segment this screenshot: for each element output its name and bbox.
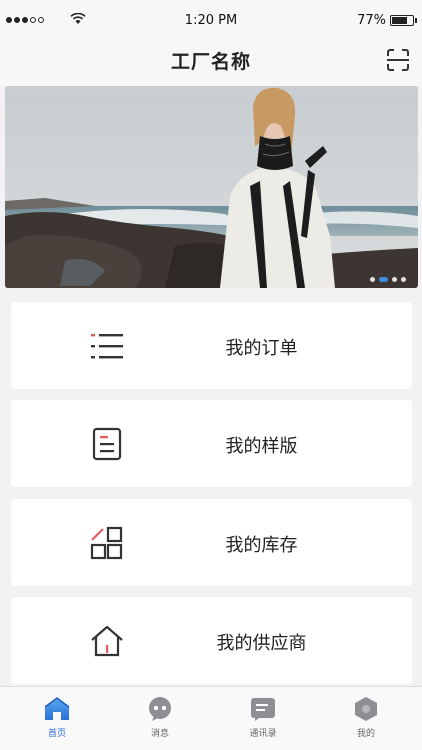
battery-percentage: 77% (357, 13, 386, 28)
tab-contacts[interactable]: 通讯录 (223, 693, 303, 743)
tab-label: 通讯录 (249, 729, 277, 739)
banner-image (5, 86, 418, 288)
tab-label: 我的 (356, 729, 375, 739)
carousel-pager[interactable] (370, 277, 406, 282)
pager-dot[interactable] (370, 277, 375, 282)
tab-label: 首页 (47, 729, 66, 739)
pager-dot-active[interactable] (379, 277, 388, 282)
contacts-icon (251, 698, 275, 721)
pager-dot[interactable] (392, 277, 397, 282)
profile-hexagon-icon (355, 697, 377, 721)
app-header: 工厂名称 (0, 40, 422, 86)
menu-item-label: 我的库存 (225, 535, 298, 556)
menu-item-label: 我的供应商 (216, 633, 307, 654)
menu-item-label: 我的样版 (225, 436, 298, 457)
menu-item-orders[interactable]: 我的订单 (11, 302, 412, 389)
document-icon (92, 427, 122, 461)
menu-item-samples[interactable]: 我的样版 (11, 400, 412, 487)
battery-icon (390, 15, 414, 26)
home-icon (91, 625, 123, 657)
menu-item-inventory[interactable]: 我的库存 (11, 499, 412, 586)
page-title: 工厂名称 (170, 51, 251, 73)
home-tab-icon (44, 697, 70, 720)
tab-label: 消息 (150, 729, 169, 739)
message-icon (149, 697, 171, 721)
menu-item-label: 我的订单 (225, 338, 298, 359)
menu-item-suppliers[interactable]: 我的供应商 (11, 597, 412, 684)
scan-icon[interactable] (386, 48, 410, 72)
battery-cap (415, 18, 417, 23)
status-bar: 1:20 PM 77% (0, 0, 422, 40)
tab-profile[interactable]: 我的 (326, 693, 406, 743)
pager-dot[interactable] (401, 277, 406, 282)
inventory-grid-icon (90, 526, 123, 560)
bottom-tab-bar: 首页 消息 通讯录 我的 (0, 686, 422, 750)
tab-messages[interactable]: 消息 (120, 693, 200, 743)
list-icon (91, 334, 123, 359)
tab-home[interactable]: 首页 (17, 693, 97, 743)
banner-carousel[interactable] (5, 86, 418, 288)
